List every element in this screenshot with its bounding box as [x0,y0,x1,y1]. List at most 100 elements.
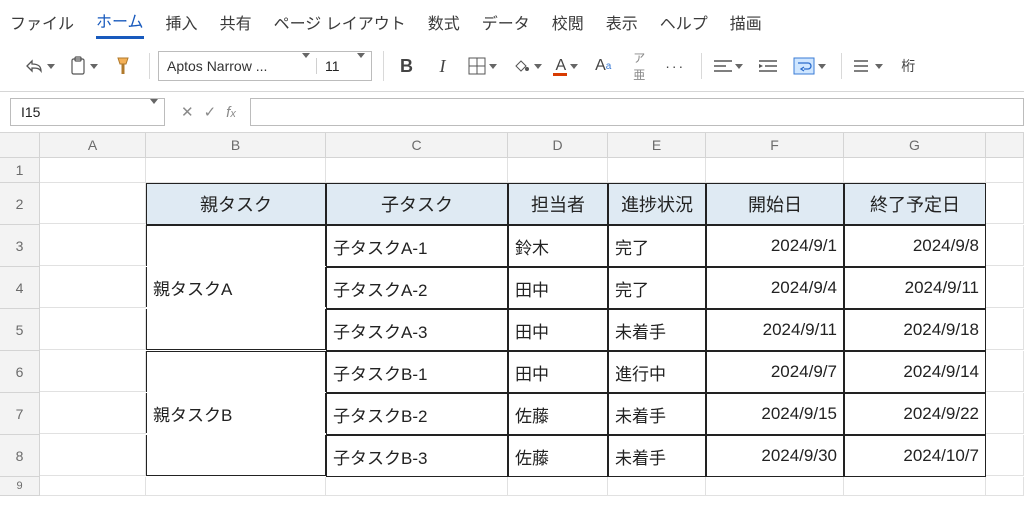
menu-home[interactable]: ホーム [96,8,144,39]
cell[interactable]: 進行中 [608,351,706,393]
menu-page-layout[interactable]: ページ レイアウト [274,10,406,34]
cell-parent-B[interactable] [146,351,326,392]
cell[interactable] [608,477,706,496]
row-header-3[interactable]: 3 [0,225,40,267]
cell[interactable]: 田中 [508,309,608,351]
menu-formulas[interactable]: 数式 [428,10,460,34]
col-header-B[interactable]: B [146,133,326,158]
cell[interactable] [986,267,1024,308]
cell-parent-A-end[interactable] [146,309,326,350]
cell[interactable] [706,477,844,496]
cell[interactable]: 2024/9/14 [844,351,986,393]
header-start[interactable]: 開始日 [706,183,844,225]
confirm-icon[interactable]: ✓ [204,103,217,121]
cell-parent-B-end[interactable] [146,435,326,476]
cancel-icon[interactable]: ✕ [181,103,194,121]
cell[interactable]: 田中 [508,351,608,393]
cell[interactable] [986,477,1024,496]
cell[interactable] [986,183,1024,224]
col-header-A[interactable]: A [40,133,146,158]
col-header-D[interactable]: D [508,133,608,158]
cell[interactable] [508,477,608,496]
row-header-2[interactable]: 2 [0,183,40,225]
styles-button[interactable]: 桁 [893,53,923,79]
cell[interactable]: 子タスクA-2 [326,267,508,309]
font-size-change-button[interactable]: Aa [588,53,618,79]
format-painter-button[interactable] [108,53,138,79]
cell[interactable]: 2024/10/7 [844,435,986,477]
cell[interactable]: 佐藤 [508,393,608,435]
menu-draw[interactable]: 描画 [730,10,762,34]
cell-parent-A-label[interactable]: 親タスクA [146,267,326,307]
italic-button[interactable]: I [428,53,458,79]
fill-color-button[interactable] [507,53,546,79]
format-number-button[interactable] [850,53,887,79]
menu-insert[interactable]: 挿入 [166,10,198,34]
cell[interactable] [326,477,508,496]
cell[interactable]: 2024/9/4 [706,267,844,309]
cell[interactable] [986,393,1024,434]
row-header-4[interactable]: 4 [0,267,40,309]
indent-button[interactable] [753,53,783,79]
cell[interactable]: 鈴木 [508,225,608,267]
select-all-corner[interactable] [0,133,40,158]
menu-file[interactable]: ファイル [10,10,74,34]
cell[interactable]: 完了 [608,225,706,267]
cell[interactable] [40,351,146,392]
borders-button[interactable] [464,53,501,79]
cell[interactable]: 子タスクB-2 [326,393,508,435]
cell[interactable] [40,477,146,496]
wrap-text-button[interactable] [789,53,830,79]
cell[interactable]: 田中 [508,267,608,309]
col-header-C[interactable]: C [326,133,508,158]
cell[interactable] [40,309,146,350]
cell[interactable]: 未着手 [608,435,706,477]
row-header-5[interactable]: 5 [0,309,40,351]
cell[interactable]: 完了 [608,267,706,309]
menu-share[interactable]: 共有 [220,10,252,34]
font-color-button[interactable]: A [552,53,583,79]
cell[interactable] [706,158,844,183]
row-header-1[interactable]: 1 [0,158,40,183]
cell[interactable] [986,351,1024,392]
cell[interactable] [40,393,146,434]
name-box[interactable]: I15 [10,98,165,126]
cell[interactable] [986,435,1024,476]
clipboard-button[interactable] [65,53,102,79]
cell[interactable] [146,158,326,183]
col-header-extra[interactable] [986,133,1024,158]
menu-data[interactable]: データ [482,10,530,34]
align-left-button[interactable] [710,53,747,79]
row-header-9[interactable]: 9 [0,477,40,496]
header-child[interactable]: 子タスク [326,183,508,225]
menu-view[interactable]: 表示 [606,10,638,34]
font-size-value[interactable]: 11 [316,58,348,74]
cell[interactable]: 2024/9/8 [844,225,986,267]
bold-button[interactable]: B [392,53,422,79]
formula-bar[interactable] [250,98,1024,126]
cell[interactable]: 2024/9/11 [706,309,844,351]
cell[interactable] [986,158,1024,183]
cell[interactable] [40,158,146,183]
cell[interactable] [508,158,608,183]
cell[interactable] [608,158,706,183]
cell[interactable]: 未着手 [608,309,706,351]
header-status[interactable]: 進捗状況 [608,183,706,225]
menu-help[interactable]: ヘルプ [660,10,708,34]
cell-parent-A[interactable] [146,225,326,266]
col-header-E[interactable]: E [608,133,706,158]
cell[interactable]: 2024/9/22 [844,393,986,435]
cell[interactable]: 2024/9/18 [844,309,986,351]
phonetic-button[interactable]: ア亜 [624,53,654,79]
cell[interactable] [326,158,508,183]
cell[interactable]: 2024/9/15 [706,393,844,435]
col-header-F[interactable]: F [706,133,844,158]
cell[interactable]: 2024/9/30 [706,435,844,477]
row-header-6[interactable]: 6 [0,351,40,393]
header-assignee[interactable]: 担当者 [508,183,608,225]
col-header-G[interactable]: G [844,133,986,158]
cell[interactable] [40,225,146,266]
row-header-8[interactable]: 8 [0,435,40,477]
cell[interactable]: 子タスクA-3 [326,309,508,351]
cell[interactable]: 子タスクB-1 [326,351,508,393]
